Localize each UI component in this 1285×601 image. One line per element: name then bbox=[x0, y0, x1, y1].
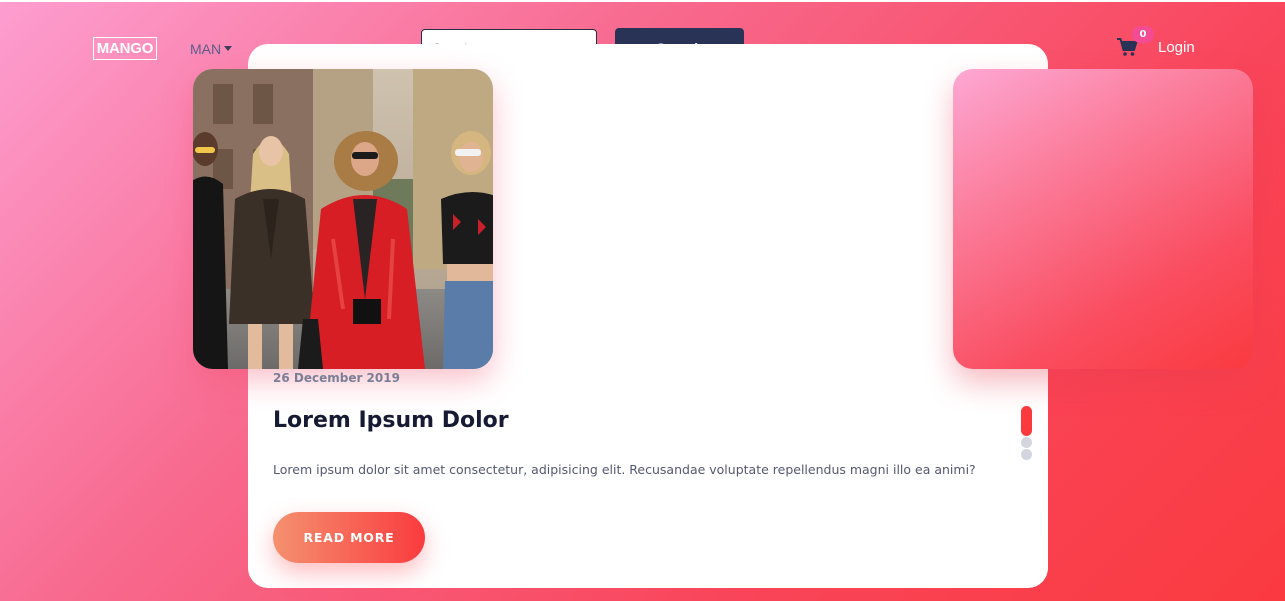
nav-item-man[interactable]: MAN bbox=[190, 40, 233, 57]
post-title: Lorem Ipsum Dolor bbox=[273, 408, 509, 433]
read-more-button[interactable]: READ MORE bbox=[273, 512, 425, 563]
post-date: 26 December 2019 bbox=[273, 371, 400, 385]
nav-item-label: MAN bbox=[190, 40, 222, 57]
post-image bbox=[193, 69, 493, 369]
login-link[interactable]: Login bbox=[1158, 39, 1195, 56]
top-border bbox=[0, 0, 1285, 2]
slider-dot[interactable] bbox=[1021, 449, 1032, 460]
post-description: Lorem ipsum dolor sit amet consectetur, … bbox=[273, 462, 976, 477]
caret-down-icon bbox=[224, 46, 233, 51]
slider-dot[interactable] bbox=[1021, 437, 1032, 448]
decorative-gradient-panel bbox=[953, 69, 1253, 369]
cart-count-badge: 0 bbox=[1132, 26, 1154, 43]
slider-dot-active[interactable] bbox=[1021, 406, 1032, 436]
brand-logo[interactable]: MANGO bbox=[93, 37, 157, 60]
